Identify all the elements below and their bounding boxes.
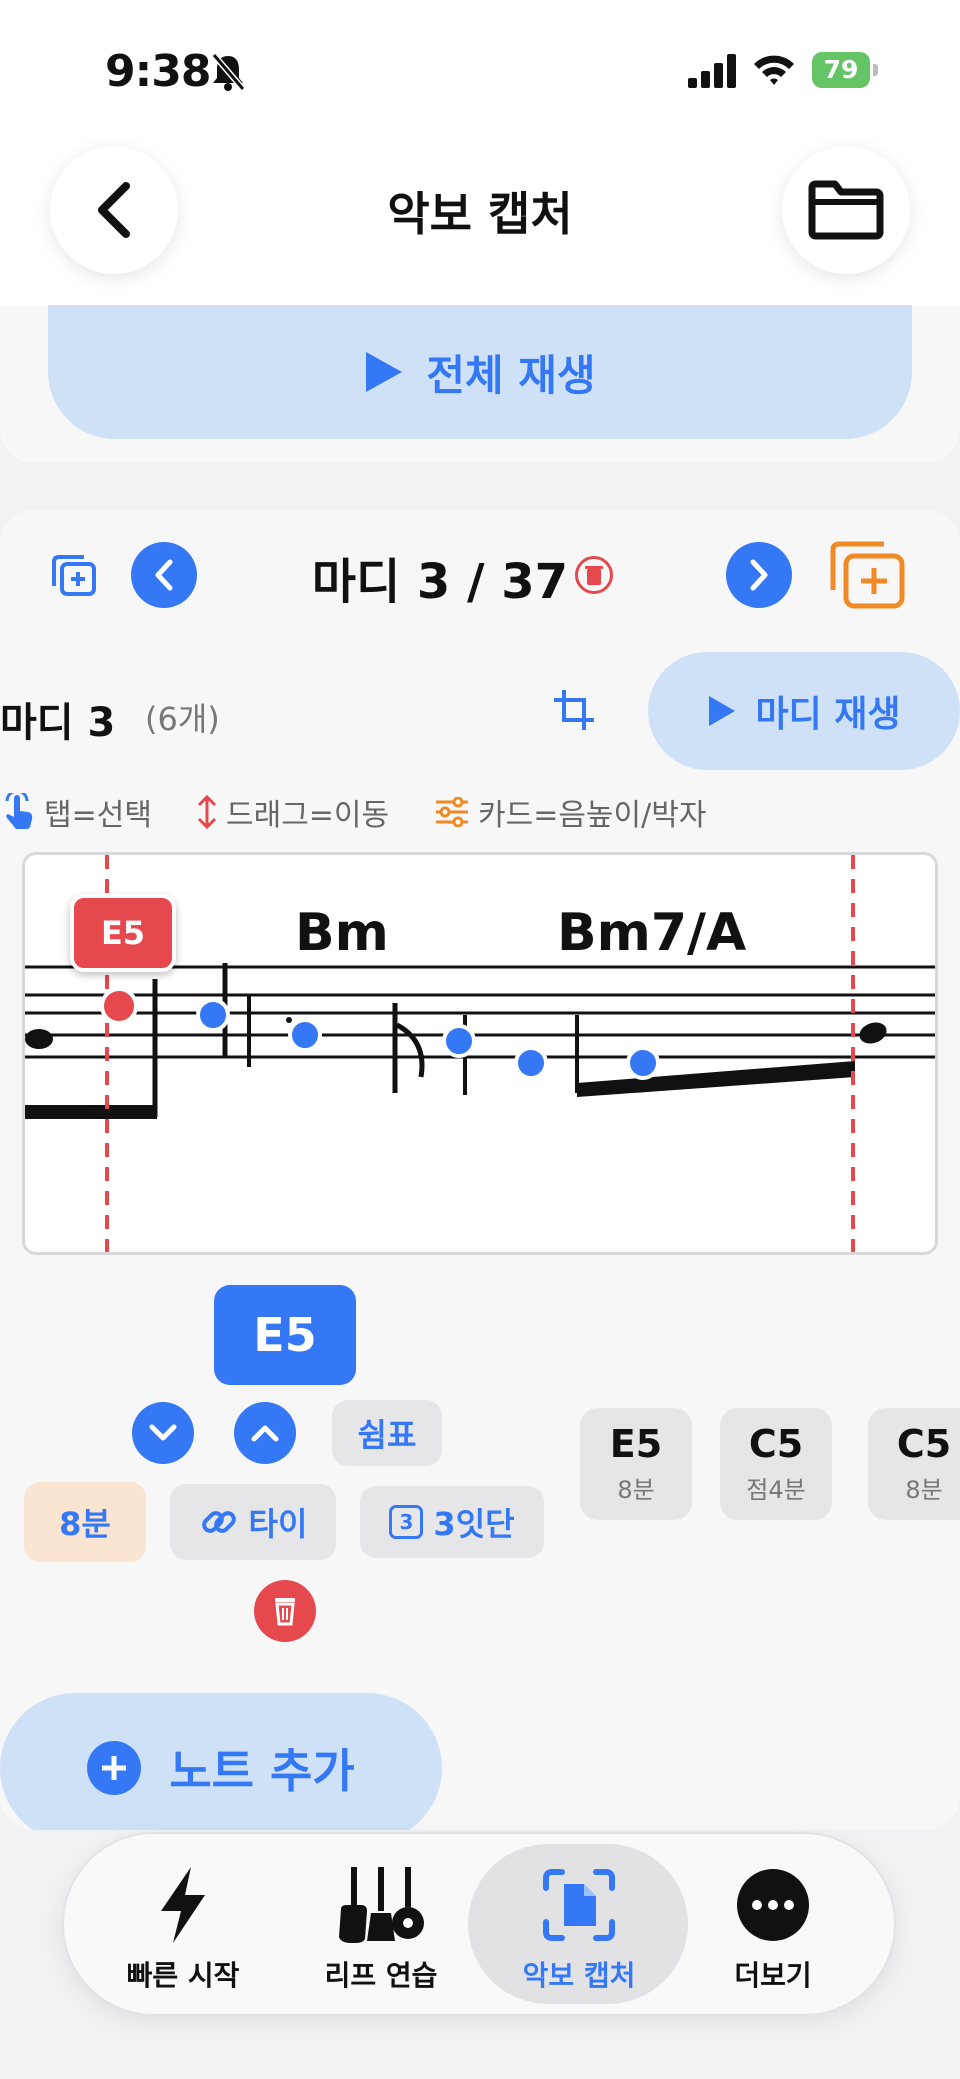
measure-note-count: (6개): [145, 700, 220, 738]
hint-tap: 탭=선택: [2, 790, 152, 834]
tab-label: 리프 연습: [324, 1959, 438, 1992]
tab-label: 빠른 시작: [126, 1959, 240, 1992]
rest-label: 쉼표: [357, 1416, 417, 1454]
note-card-duration: 8분: [905, 1476, 943, 1504]
note-card-name: C5: [748, 1422, 804, 1466]
doc-scan-icon: [543, 1869, 615, 1941]
tab-riff-practice[interactable]: 리프 연습: [286, 1862, 476, 1994]
selected-note-display: E5: [214, 1285, 356, 1385]
trash-icon: [585, 566, 603, 585]
tab-label: 더보기: [734, 1959, 812, 1992]
hint-card-label: 카드=음높이/박자: [478, 798, 707, 833]
duration-button[interactable]: 8분: [24, 1482, 146, 1562]
tab-more[interactable]: 더보기: [678, 1862, 868, 1994]
tab-quick-start[interactable]: 빠른 시작: [88, 1862, 278, 1994]
play-icon: [709, 696, 736, 726]
battery-indicator: 79: [812, 52, 878, 88]
hint-tap-label: 탭=선택: [44, 798, 152, 833]
status-time: 9:38: [105, 46, 211, 97]
measure-play-label: 마디 재생: [755, 694, 901, 735]
folder-icon: [808, 180, 884, 240]
battery-level: 79: [812, 52, 870, 88]
trash-icon: [275, 1598, 295, 1626]
hand-tap-icon: [5, 793, 33, 829]
chevron-right-icon: [750, 559, 768, 591]
note-card[interactable]: C5 8분: [868, 1408, 960, 1520]
folder-button[interactable]: [782, 146, 910, 274]
pitch-up-button[interactable]: [234, 1402, 296, 1464]
play-all-label: 전체 재생: [426, 350, 596, 400]
note-card-name: C5: [896, 1422, 952, 1466]
prev-measure-button[interactable]: [131, 542, 197, 608]
delete-measure-button[interactable]: [575, 556, 613, 594]
hint-drag: 드래그=이동: [196, 790, 389, 834]
note-card[interactable]: C5 점4분: [720, 1408, 832, 1520]
tie-button[interactable]: 타이: [170, 1484, 336, 1560]
triplet-badge: 3: [389, 1505, 424, 1539]
add-measure-icon[interactable]: [828, 540, 906, 610]
note-card-duration: 점4분: [746, 1476, 806, 1504]
rest-button[interactable]: 쉼표: [332, 1400, 442, 1466]
triplet-button[interactable]: 3 3잇단: [360, 1486, 544, 1558]
play-icon: [366, 352, 403, 392]
note-card-duration: 8분: [617, 1476, 655, 1504]
wifi-icon: [754, 55, 794, 85]
signal-icon: [688, 54, 736, 88]
chevron-down-icon: [149, 1424, 177, 1441]
more-icon: [737, 1869, 809, 1941]
tab-label: 악보 캡처: [522, 1959, 636, 1992]
link-icon: [201, 1511, 236, 1533]
triplet-label: 3잇단: [433, 1505, 515, 1543]
duration-label: 8분: [59, 1505, 111, 1543]
note-card-name: E5: [609, 1422, 663, 1466]
plus-circle-icon: [87, 1741, 142, 1795]
sliders-icon: [436, 797, 468, 827]
selected-note-tag: E5: [70, 894, 176, 972]
tab-score-capture[interactable]: 악보 캡처: [484, 1862, 674, 1994]
guitars-icon: [339, 1867, 424, 1943]
hint-card: 카드=음높이/박자: [434, 790, 706, 834]
delete-note-button[interactable]: [254, 1580, 316, 1642]
play-all-button[interactable]: 전체 재생: [48, 305, 912, 439]
measure-title: 마디 3: [0, 700, 116, 746]
pitch-down-button[interactable]: [132, 1402, 194, 1464]
chevron-up-icon: [251, 1425, 279, 1442]
chevron-left-icon: [155, 559, 173, 591]
next-measure-button[interactable]: [726, 542, 792, 608]
add-note-label: 노트 추가: [169, 1744, 355, 1798]
hint-drag-label: 드래그=이동: [226, 798, 390, 833]
note-card[interactable]: E5 8분: [580, 1408, 692, 1520]
tie-label: 타이: [248, 1505, 308, 1543]
crop-icon[interactable]: [552, 688, 596, 732]
add-note-button[interactable]: 노트 추가: [0, 1693, 442, 1843]
measure-indicator: 마디 3 / 37: [311, 554, 569, 610]
bolt-icon: [161, 1867, 205, 1943]
bell-slash-icon: [211, 53, 246, 91]
arrow-up-down-icon: [197, 794, 217, 830]
copy-add-icon[interactable]: [50, 554, 98, 598]
measure-play-button[interactable]: 마디 재생: [648, 652, 960, 770]
